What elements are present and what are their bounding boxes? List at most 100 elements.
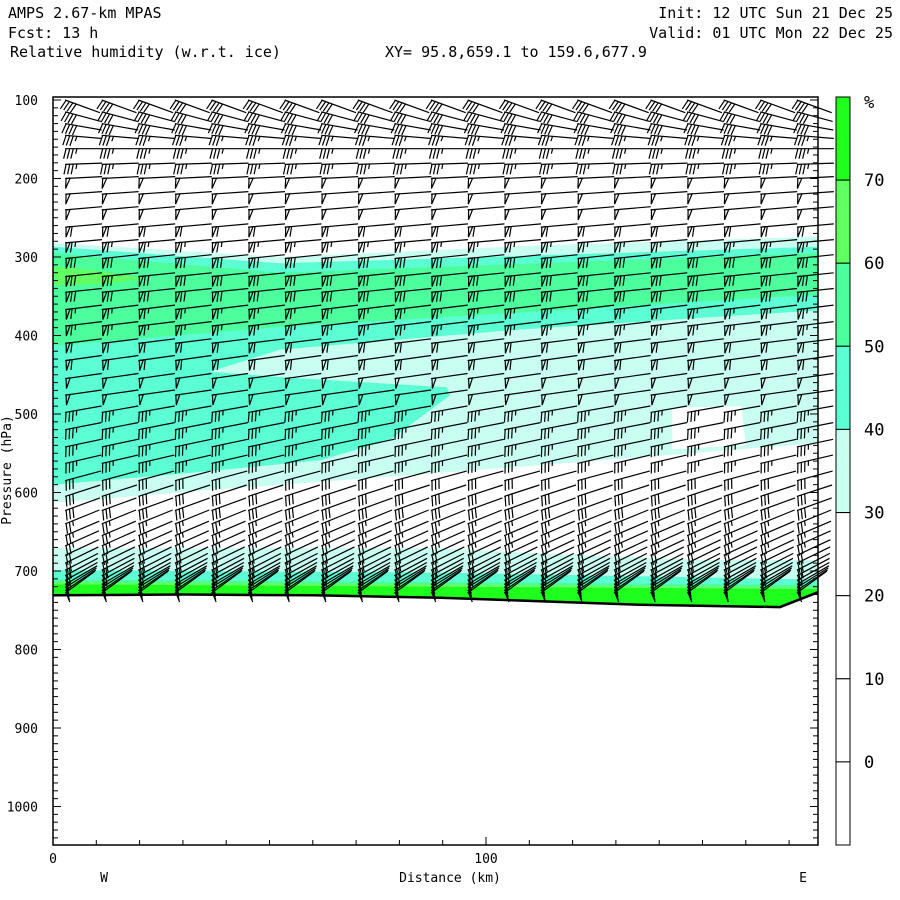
- barb-full: [723, 412, 726, 423]
- barb-half: [513, 308, 516, 314]
- barb-full: [357, 412, 360, 423]
- barb-full: [65, 496, 68, 507]
- barb-half: [257, 241, 260, 248]
- barb-full: [726, 411, 729, 422]
- barb-half: [730, 532, 733, 538]
- barb-full: [175, 496, 178, 507]
- barb-half: [184, 308, 186, 314]
- barb-half: [294, 324, 296, 330]
- barb-full: [614, 496, 617, 507]
- barb-full: [504, 496, 507, 507]
- barb-full: [68, 494, 71, 506]
- barb-half: [108, 532, 111, 538]
- barb-half: [218, 520, 221, 526]
- y-tick-label: 100: [15, 94, 38, 109]
- colorbar: 70 60 50 40 30 20 10 0: [835, 96, 884, 846]
- barb-full: [544, 411, 546, 422]
- barb-full: [218, 428, 221, 439]
- barb-full: [397, 428, 400, 440]
- barb-full: [102, 496, 104, 507]
- barb-full: [767, 493, 770, 505]
- barb-full: [218, 410, 221, 422]
- colorbar-bin-20-30: [835, 512, 851, 597]
- barb-full: [690, 494, 693, 506]
- y-tick-label: 200: [15, 173, 38, 188]
- barb-full: [613, 412, 616, 423]
- y-tick-label: 300: [15, 251, 38, 266]
- barb-full: [174, 412, 177, 423]
- barb-half: [72, 520, 75, 526]
- barb-full: [540, 412, 543, 423]
- barb-half: [403, 241, 406, 248]
- barb-full: [547, 428, 550, 439]
- colorbar-label: 60: [864, 254, 884, 274]
- barb-full: [288, 494, 291, 506]
- barb-full: [584, 410, 586, 422]
- barb-full: [617, 428, 620, 440]
- barb-full: [650, 412, 653, 423]
- barb-half: [550, 324, 552, 330]
- barb-full: [581, 494, 584, 506]
- barb-full: [321, 496, 324, 507]
- barb-half: [586, 241, 589, 248]
- barb-full: [803, 428, 806, 439]
- barb-full: [690, 428, 693, 440]
- barb-half: [696, 324, 699, 330]
- barb-half: [769, 241, 772, 248]
- barb-half: [623, 308, 626, 314]
- barb-full: [108, 428, 111, 439]
- barb-half: [438, 520, 440, 526]
- barb-half: [367, 308, 369, 314]
- barb-full: [398, 494, 401, 506]
- barb-full: [541, 496, 543, 507]
- barb-half: [550, 308, 552, 314]
- barb-full: [320, 412, 323, 423]
- barb-full: [251, 411, 254, 422]
- barb-full: [288, 428, 290, 440]
- colorbar-bin->70: [835, 96, 851, 181]
- barb-half: [184, 241, 186, 248]
- colorbar-bin-30-40: [835, 428, 851, 513]
- barb-half: [74, 308, 77, 314]
- barb-full: [690, 411, 693, 422]
- barb-full: [764, 494, 766, 506]
- colorbar-bin-<0: [835, 761, 851, 846]
- barb-full: [467, 412, 470, 423]
- colorbar-label: 0: [864, 753, 874, 773]
- x-tick-label: 0: [49, 852, 57, 867]
- barb-half: [696, 241, 699, 248]
- barb-half: [623, 324, 626, 330]
- barb-full: [584, 493, 587, 505]
- barb-full: [394, 496, 397, 507]
- barb-full: [174, 429, 177, 440]
- barb-full: [214, 411, 217, 422]
- barb-full: [182, 493, 184, 505]
- barb-full: [511, 428, 513, 439]
- barb-half: [403, 308, 406, 314]
- barb-full: [394, 429, 396, 440]
- barb-half: [733, 308, 735, 314]
- barb-full: [760, 496, 763, 507]
- barb-full: [723, 429, 726, 440]
- barb-full: [577, 429, 579, 440]
- barb-full: [580, 411, 583, 422]
- barb-full: [657, 410, 660, 422]
- barb-full: [247, 429, 250, 440]
- barb-half: [474, 520, 477, 526]
- barb-full: [251, 494, 254, 506]
- colorbar-bin-40-50: [835, 345, 851, 430]
- barb-half: [367, 324, 369, 330]
- barb-half: [730, 520, 733, 526]
- barb-full: [760, 429, 762, 440]
- barb-full: [730, 428, 733, 439]
- barb-half: [476, 241, 479, 248]
- barb-full: [796, 412, 799, 423]
- barb-half: [330, 241, 333, 248]
- barb-full: [727, 428, 729, 440]
- barb-full: [138, 412, 140, 423]
- barb-full: [328, 493, 331, 505]
- barb-full: [474, 410, 477, 422]
- barb-full: [401, 493, 404, 505]
- barb-half: [111, 324, 113, 330]
- barb-half: [696, 308, 699, 314]
